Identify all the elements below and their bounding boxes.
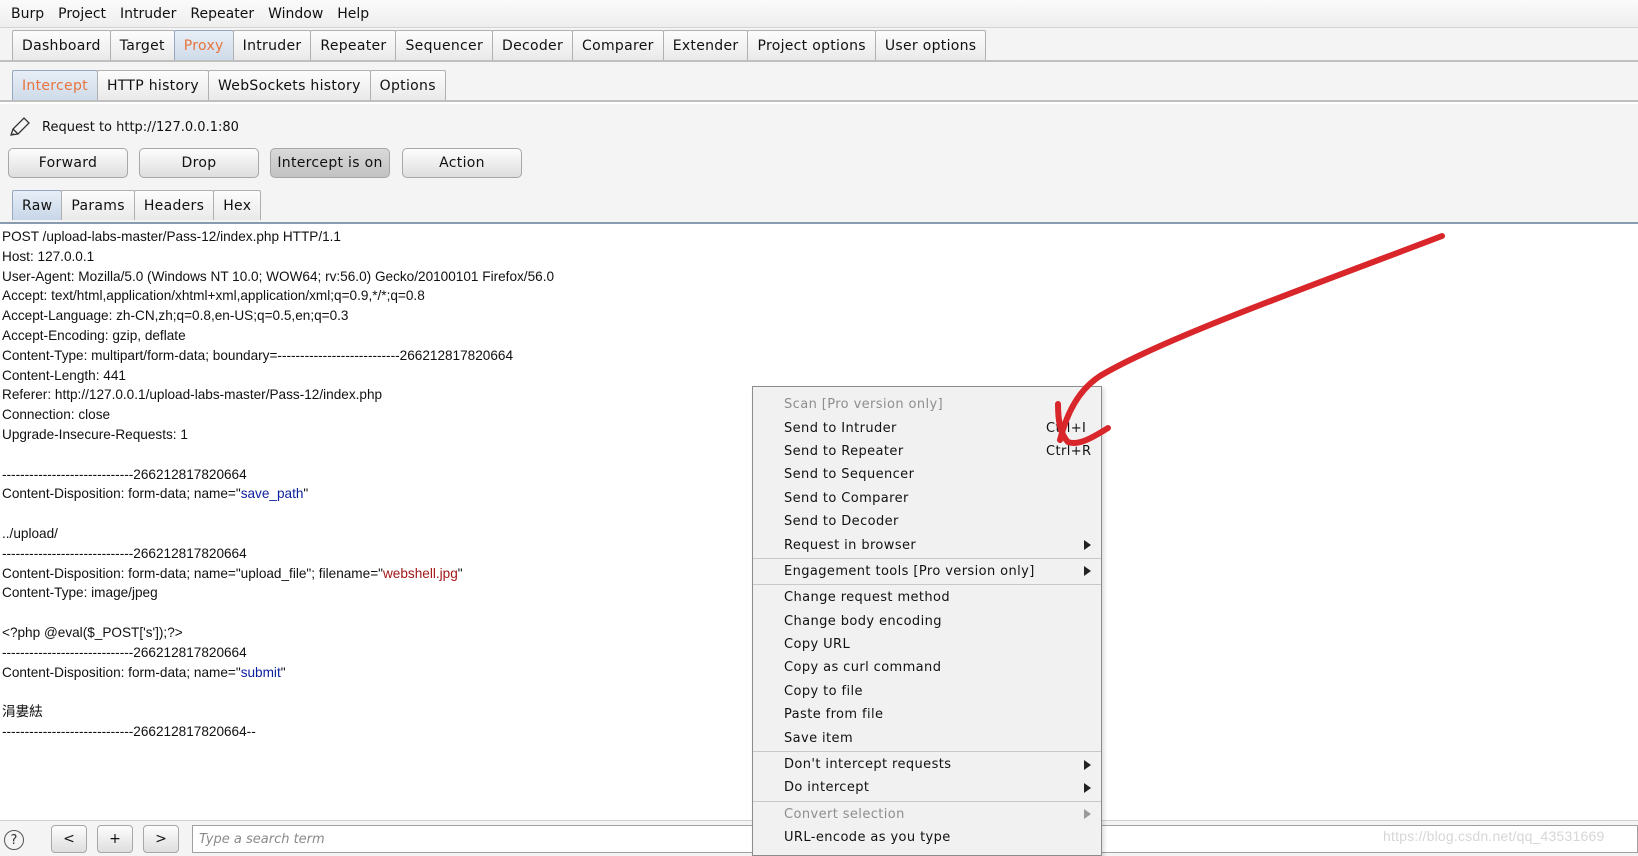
intercept-toggle-button[interactable]: Intercept is on (270, 148, 390, 178)
menu-item-save-item[interactable]: Save item (753, 726, 1101, 749)
pencil-icon (10, 117, 30, 136)
menu-item-paste-from-file[interactable]: Paste from file (753, 703, 1101, 726)
tab-raw[interactable]: Raw (12, 190, 63, 220)
message-view-tabs: Raw Params Headers Hex (12, 190, 262, 220)
menu-item-send-to-intruder[interactable]: Send to Intruder Ctrl+I (753, 416, 1101, 439)
body-text: Content-Disposition: form-data; name=" (2, 664, 241, 680)
menu-separator (753, 584, 1101, 586)
tab-repeater[interactable]: Repeater (310, 30, 397, 60)
submenu-arrow-icon (1084, 782, 1091, 793)
menu-window[interactable]: Window (261, 6, 330, 22)
tab-sequencer[interactable]: Sequencer (395, 30, 493, 60)
tab-http-history[interactable]: HTTP history (96, 70, 209, 100)
menu-item-dont-intercept[interactable]: Don't intercept requests (753, 753, 1101, 776)
tab-proxy[interactable]: Proxy (173, 30, 234, 60)
menu-item-send-to-sequencer[interactable]: Send to Sequencer (753, 463, 1101, 486)
header-line: Accept: text/html,application/xhtml+xml,… (2, 288, 425, 304)
menu-item-change-request-method[interactable]: Change request method (753, 586, 1101, 609)
tab-decoder[interactable]: Decoder (492, 30, 574, 60)
tab-comparer[interactable]: Comparer (572, 30, 664, 60)
menu-separator (753, 557, 1101, 559)
submenu-arrow-icon (1084, 809, 1091, 820)
menu-item-scan: Scan [Pro version only] (784, 397, 944, 413)
field-name-value: submit (240, 664, 281, 680)
header-line: Accept-Encoding: gzip, deflate (2, 327, 186, 343)
tab-websockets-history[interactable]: WebSockets history (207, 70, 371, 100)
menu-item-do-intercept[interactable]: Do intercept (753, 776, 1101, 799)
menu-item-send-to-decoder[interactable]: Send to Decoder (753, 510, 1101, 533)
body-text: " (280, 664, 286, 680)
menu-intruder[interactable]: Intruder (113, 6, 183, 22)
tab-project-options[interactable]: Project options (747, 30, 876, 60)
submenu-arrow-icon (1084, 566, 1091, 577)
tab-hex[interactable]: Hex (213, 190, 262, 220)
drop-button[interactable]: Drop (139, 148, 259, 178)
next-button[interactable]: > (143, 825, 179, 853)
body-text: " (303, 486, 309, 502)
tab-extender[interactable]: Extender (662, 30, 749, 60)
body-text: Content-Disposition: form-data; name="up… (2, 565, 383, 581)
header-line: Content-Type: multipart/form-data; bound… (2, 347, 514, 363)
tab-intercept[interactable]: Intercept (12, 70, 98, 100)
header-line: Content-Length: 441 (2, 367, 126, 383)
tab-user-options[interactable]: User options (874, 30, 987, 60)
menu-repeater[interactable]: Repeater (183, 6, 261, 22)
proxy-sub-tab-bar: Intercept HTTP history WebSockets histor… (0, 68, 1638, 102)
menu-help[interactable]: Help (330, 6, 376, 22)
previous-button[interactable]: < (51, 825, 87, 853)
request-target-label: Request to http://127.0.0.1:80 (42, 119, 239, 135)
menu-item-copy-as-curl[interactable]: Copy as curl command (753, 656, 1101, 679)
submenu-arrow-icon (1084, 540, 1091, 551)
filename-value: webshell.jpg (382, 565, 458, 581)
menu-item-url-encode-as-you-type[interactable]: URL-encode as you type (753, 826, 1101, 849)
menu-item-request-in-browser[interactable]: Request in browser (753, 533, 1101, 556)
main-tab-bar: Dashboard Target Proxy Intruder Repeater… (0, 28, 1638, 62)
menu-separator (753, 800, 1101, 802)
body-text: Content-Disposition: form-data; name=" (2, 486, 241, 502)
header-line: User-Agent: Mozilla/5.0 (Windows NT 10.0… (2, 268, 555, 284)
tab-intruder[interactable]: Intruder (232, 30, 312, 60)
menu-item-copy-to-file[interactable]: Copy to file (753, 680, 1101, 703)
add-button[interactable]: + (97, 825, 133, 853)
menu-item-change-body-encoding[interactable]: Change body encoding (753, 610, 1101, 633)
watermark: https://blog.csdn.net/qq_43531669 (1383, 828, 1605, 844)
menu-item-copy-url[interactable]: Copy URL (753, 633, 1101, 656)
shortcut-label: Ctrl+I (1046, 420, 1087, 436)
body-text: " (457, 565, 463, 581)
header-line: Host: 127.0.0.1 (2, 248, 95, 264)
menu-separator (753, 750, 1101, 752)
menu-project[interactable]: Project (51, 6, 113, 22)
tab-params[interactable]: Params (61, 190, 135, 220)
tab-target[interactable]: Target (109, 30, 175, 60)
help-icon[interactable]: ? (4, 830, 24, 850)
intercept-panel: Request to http://127.0.0.1:80 Forward D… (0, 104, 1638, 222)
menu-item-engagement-tools[interactable]: Engagement tools [Pro version only] (753, 560, 1101, 583)
request-line: POST /upload-labs-master/Pass-12/index.p… (2, 229, 341, 244)
tab-headers[interactable]: Headers (133, 190, 215, 220)
tab-dashboard[interactable]: Dashboard (12, 30, 111, 60)
menu-item-send-to-comparer[interactable]: Send to Comparer (753, 487, 1101, 510)
action-button[interactable]: Action (402, 148, 522, 178)
menu-bar: Burp Project Intruder Repeater Window He… (0, 0, 1638, 28)
forward-button[interactable]: Forward (8, 148, 128, 178)
context-menu: Scan [Pro version only] Send to Intruder… (752, 386, 1102, 856)
request-target: Request to http://127.0.0.1:80 (8, 116, 239, 138)
menu-burp[interactable]: Burp (4, 6, 51, 22)
submenu-arrow-icon (1084, 759, 1091, 770)
menu-item-convert-selection: Convert selection (753, 803, 1101, 826)
header-line: Accept-Language: zh-CN,zh;q=0.8,en-US;q=… (2, 308, 349, 324)
tab-proxy-options[interactable]: Options (369, 70, 446, 100)
field-name-value: save_path (240, 486, 304, 502)
shortcut-label: Ctrl+R (1046, 443, 1092, 459)
menu-item-send-to-repeater[interactable]: Send to Repeater Ctrl+R (753, 440, 1101, 463)
